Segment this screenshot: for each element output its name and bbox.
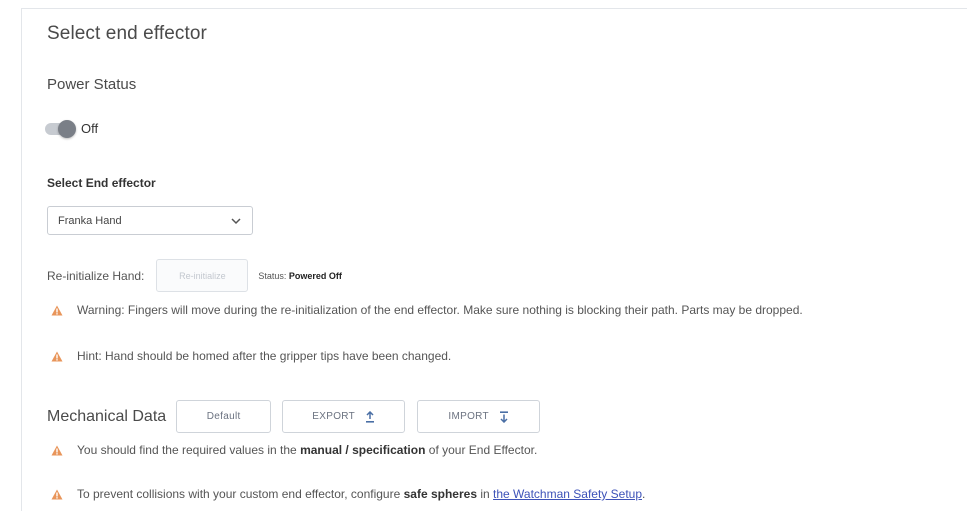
collision-info-mid: in [477,487,494,501]
default-button[interactable]: Default [176,400,272,433]
toggle-knob[interactable] [58,119,76,138]
page-title: Select end effector [47,23,207,44]
hand-status: Status: Powered Off [258,271,342,281]
safe-spheres-emphasis: safe spheres [403,487,478,501]
warning-icon [51,445,63,455]
hint-text: Hint: Hand should be homed after the gri… [77,349,452,363]
status-value: Powered Off [288,270,342,281]
collision-info-note: To prevent collisions with your custom e… [51,487,645,501]
select-end-effector-label: Select End effector [47,176,156,190]
warning-note: Warning: Fingers will move during the re… [51,303,803,317]
default-button-label: Default [206,411,241,422]
manual-info-text: You should find the required values in t… [77,443,537,457]
collision-info-prefix: To prevent collisions with your custom e… [77,487,404,501]
end-effector-panel: Select end effector Power Status Off Sel… [21,8,967,511]
manual-info-suffix: of your End Effector. [425,443,538,457]
reinitialize-row: Re-initialize Hand: Re-initialize Status… [47,259,342,292]
import-button-label: IMPORT [448,411,489,422]
mechanical-data-row: Mechanical Data Default EXPORT IMPORT [47,400,541,433]
hint-note: Hint: Hand should be homed after the gri… [51,349,451,363]
manual-specification-emphasis: manual / specification [300,443,426,457]
reinitialize-button[interactable]: Re-initialize [156,259,249,292]
toggle-track[interactable] [45,119,76,138]
status-prefix: Status: [258,270,287,281]
power-toggle-label: Off [81,121,99,136]
manual-info-prefix: You should find the required values in t… [77,443,301,457]
warning-icon [51,489,63,499]
end-effector-select[interactable]: Franka Hand [47,206,253,235]
warning-icon [51,351,63,361]
export-button[interactable]: EXPORT [282,400,406,433]
mechanical-data-title: Mechanical Data [47,407,167,425]
export-button-label: EXPORT [312,411,356,422]
chevron-down-icon [231,217,241,224]
export-icon [366,410,375,423]
power-status-label: Power Status [47,76,137,93]
collision-info-text: To prevent collisions with your custom e… [77,487,645,501]
import-icon [499,410,508,423]
watchman-safety-setup-link[interactable]: the Watchman Safety Setup [493,487,642,501]
end-effector-selected-value: Franka Hand [58,214,122,227]
manual-info-note: You should find the required values in t… [51,443,537,457]
reinitialize-label: Re-initialize Hand: [47,268,145,283]
warning-icon [51,305,63,315]
import-button[interactable]: IMPORT [417,400,541,433]
warning-text: Warning: Fingers will move during the re… [77,303,803,317]
power-toggle[interactable]: Off [45,119,99,138]
collision-info-suffix: . [642,487,646,501]
